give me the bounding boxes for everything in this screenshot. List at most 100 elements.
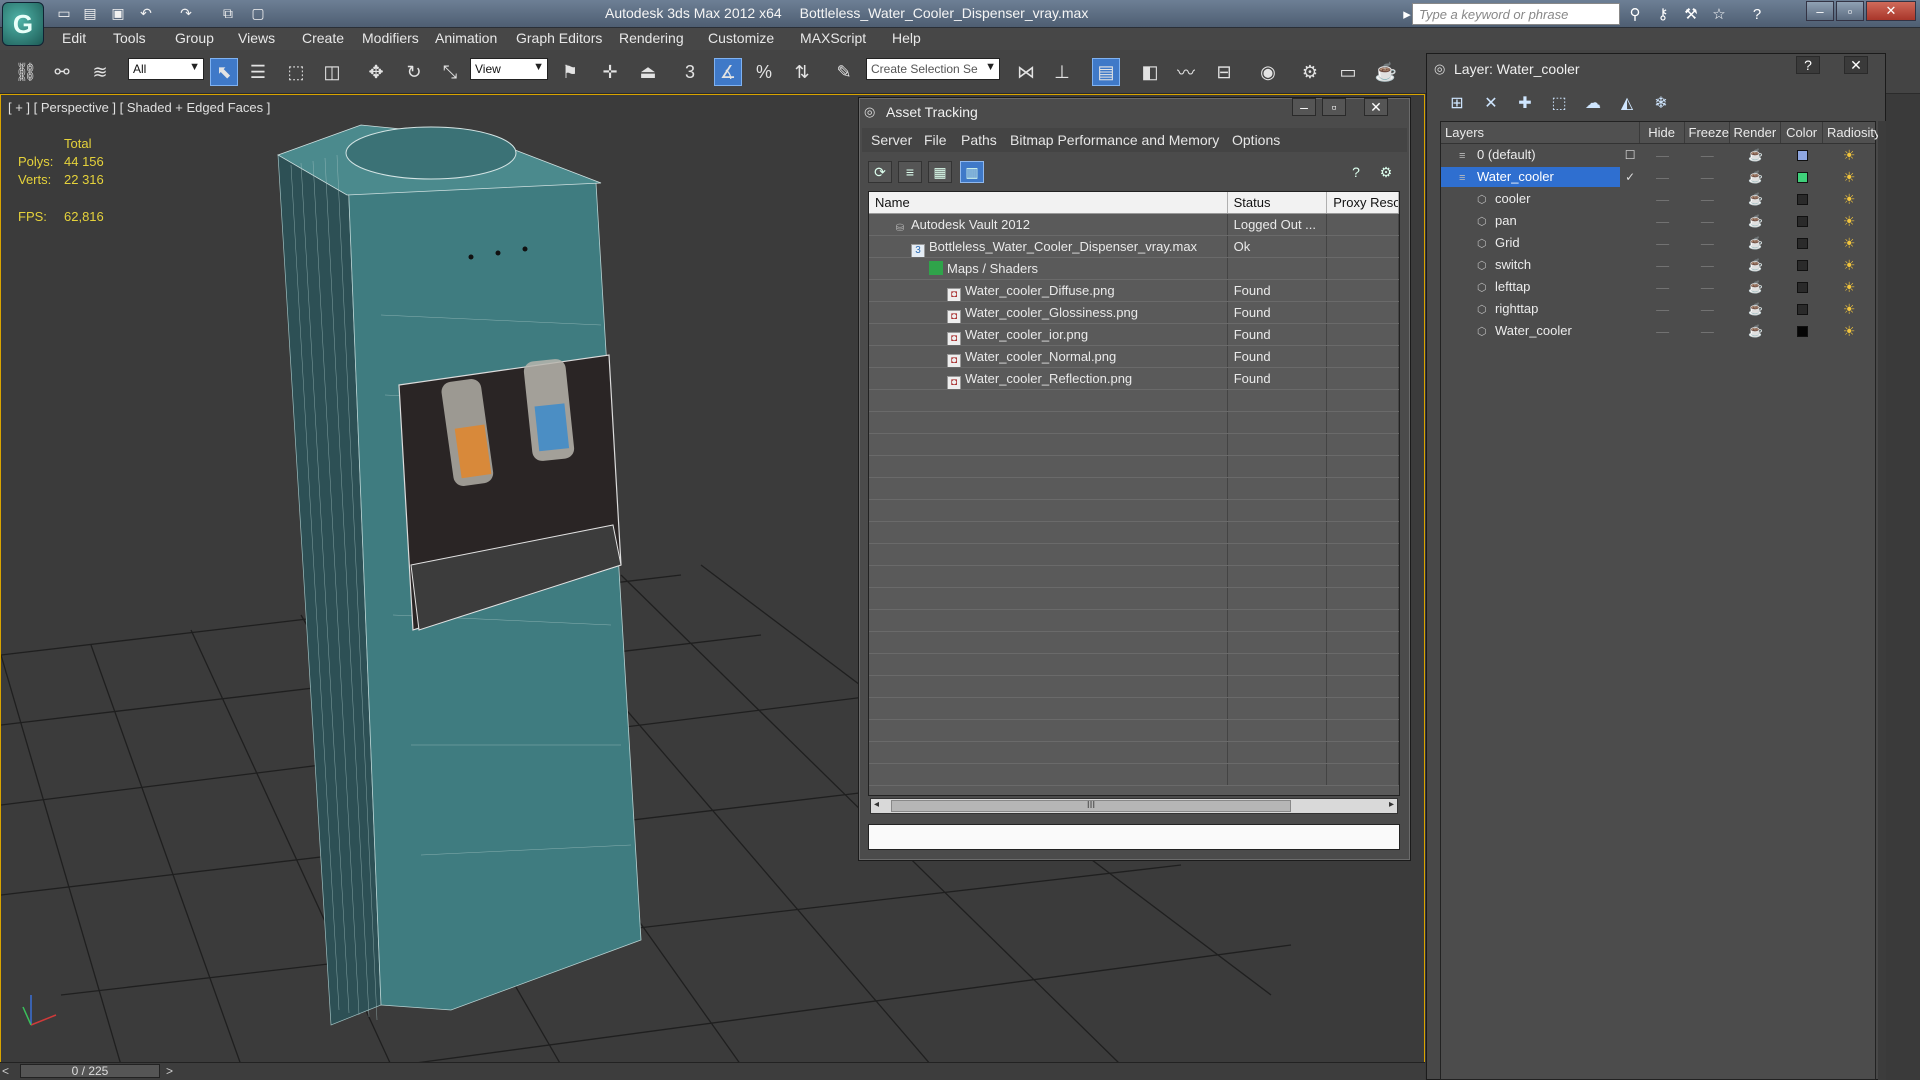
asset-row[interactable]: ◘ Water_cooler_Reflection.png Found [869, 368, 1399, 390]
render-setup-icon[interactable]: ⚙ [1296, 58, 1324, 86]
radiosity-icon[interactable]: ☀ [1823, 235, 1875, 252]
menu-create[interactable]: Create [302, 30, 344, 46]
rectangular-selection-icon[interactable]: ⬚ [282, 58, 310, 86]
select-in-layer-icon[interactable]: ⬚ [1546, 91, 1572, 115]
asset-menu-file[interactable]: File [924, 132, 947, 148]
viewport-label[interactable]: [ + ] [ Perspective ] [ Shaded + Edged F… [8, 100, 270, 115]
layer-color-cell[interactable] [1781, 193, 1823, 205]
select-and-manipulate-icon[interactable]: ✛ [596, 58, 624, 86]
rendered-frame-window-icon[interactable]: ▭ [1334, 58, 1362, 86]
selection-filter-dropdown[interactable]: All ▼ [128, 58, 204, 80]
scroll-right-icon[interactable]: ▸ [1389, 799, 1394, 810]
time-slider[interactable]: 0 / 225 [20, 1064, 160, 1078]
freeze-all-layers-icon[interactable]: ❄ [1648, 91, 1674, 115]
freeze-toggle[interactable]: — [1685, 280, 1730, 295]
color-swatch[interactable] [1796, 149, 1808, 161]
color-swatch[interactable] [1796, 325, 1808, 337]
color-swatch[interactable] [1796, 237, 1808, 249]
hold-icon[interactable]: ⧉ [218, 4, 238, 22]
asset-menu-options[interactable]: Options [1232, 132, 1280, 148]
layer-color-cell[interactable] [1781, 171, 1823, 183]
column-radiosity[interactable]: Radiosity [1823, 122, 1880, 143]
asset-path-field[interactable] [868, 824, 1400, 850]
layer-color-cell[interactable] [1781, 259, 1823, 271]
minimize-button[interactable]: – [1806, 1, 1834, 21]
render-teapot-icon[interactable]: ☕ [1730, 192, 1782, 206]
hide-toggle[interactable]: — [1640, 192, 1685, 207]
layer-color-cell[interactable] [1781, 149, 1823, 161]
column-status[interactable]: Status [1228, 192, 1328, 213]
freeze-toggle[interactable]: — [1685, 258, 1730, 273]
layer-color-cell[interactable] [1781, 215, 1823, 227]
layer-row[interactable]: ⬡ righttap — — ☕ ☀ [1441, 298, 1875, 320]
search-input[interactable]: Type a keyword or phrase [1412, 3, 1620, 25]
asset-minimize-button[interactable]: – [1292, 98, 1316, 116]
column-name[interactable]: Name [869, 192, 1228, 213]
menu-animation[interactable]: Animation [435, 30, 497, 46]
layer-row[interactable]: ≡ 0 (default) ☐ — — ☕ ☀ [1441, 144, 1875, 166]
current-layer-checkbox[interactable]: ☐ [1620, 148, 1640, 162]
asset-row[interactable]: ◘ Water_cooler_Diffuse.png Found [869, 280, 1399, 302]
radiosity-icon[interactable]: ☀ [1823, 301, 1875, 318]
asset-maximize-button[interactable]: ▫ [1322, 98, 1346, 116]
menu-maxscript[interactable]: MAXScript [800, 30, 866, 46]
maximize-button[interactable]: ▫ [1836, 1, 1864, 21]
layer-color-cell[interactable] [1781, 237, 1823, 249]
save-icon[interactable]: ▣ [108, 4, 128, 22]
freeze-toggle[interactable]: — [1685, 302, 1730, 317]
render-teapot-icon[interactable]: ☕ [1730, 258, 1782, 272]
render-production-icon[interactable]: ☕ [1372, 58, 1400, 86]
time-next-button[interactable]: > [166, 1064, 173, 1078]
curve-editor-icon[interactable]: 〰 [1172, 58, 1200, 86]
menu-views[interactable]: Views [238, 30, 275, 46]
radiosity-icon[interactable]: ☀ [1823, 169, 1875, 186]
asset-row[interactable]: 3 Bottleless_Water_Cooler_Dispenser_vray.… [869, 236, 1399, 258]
column-proxy-resolution[interactable]: Proxy Reso [1327, 192, 1399, 213]
radiosity-icon[interactable]: ☀ [1823, 191, 1875, 208]
spinner-snap-icon[interactable]: ⇅ [788, 58, 816, 86]
subscription-key-icon[interactable]: ⚷ [1652, 4, 1674, 24]
layer-row[interactable]: ⬡ cooler — — ☕ ☀ [1441, 188, 1875, 210]
graphite-modeling-tools-icon[interactable]: ◧ [1136, 58, 1164, 86]
add-to-layer-icon[interactable]: ✚ [1512, 91, 1538, 115]
layer-help-button[interactable]: ? [1796, 56, 1820, 74]
menu-edit[interactable]: Edit [62, 30, 86, 46]
layer-row[interactable]: ⬡ switch — — ☕ ☀ [1441, 254, 1875, 276]
help-icon[interactable]: ? [1746, 4, 1768, 24]
hide-toggle[interactable]: — [1640, 280, 1685, 295]
asset-menu-bitmap[interactable]: Bitmap Performance and Memory [1010, 132, 1219, 148]
select-and-rotate-icon[interactable]: ↻ [400, 58, 428, 86]
material-editor-icon[interactable]: ◉ [1254, 58, 1282, 86]
hide-toggle[interactable]: — [1640, 236, 1685, 251]
layer-close-button[interactable]: ✕ [1844, 56, 1868, 74]
layer-row[interactable]: ⬡ pan — — ☕ ☀ [1441, 210, 1875, 232]
layer-name-cell[interactable]: ⬡ switch [1441, 255, 1620, 275]
asset-menu-paths[interactable]: Paths [961, 132, 997, 148]
layer-name-cell[interactable]: ⬡ cooler [1441, 189, 1620, 209]
layer-name-cell[interactable]: ≡ Water_cooler [1441, 167, 1621, 187]
list-view-icon[interactable]: ≡ [898, 161, 922, 183]
render-teapot-icon[interactable]: ☕ [1730, 302, 1782, 316]
menu-tools[interactable]: Tools [113, 30, 146, 46]
asset-help-icon[interactable]: ? [1344, 161, 1368, 183]
freeze-toggle[interactable]: — [1685, 148, 1730, 163]
binoculars-icon[interactable]: ⚲ [1624, 4, 1646, 24]
radiosity-icon[interactable]: ☀ [1823, 257, 1875, 274]
asset-row[interactable]: ◘ Water_cooler_Glossiness.png Found [869, 302, 1399, 324]
highlight-layer-icon[interactable]: ☁ [1580, 91, 1606, 115]
layer-color-cell[interactable] [1781, 325, 1823, 337]
color-swatch[interactable] [1796, 171, 1808, 183]
freeze-toggle[interactable]: — [1685, 214, 1730, 229]
mirror-icon[interactable]: ⋈ [1012, 58, 1040, 86]
freeze-toggle[interactable]: — [1685, 192, 1730, 207]
asset-menu-server[interactable]: Server [871, 132, 912, 148]
asset-scroll-thumb[interactable]: III [891, 800, 1291, 812]
select-and-move-icon[interactable]: ✥ [362, 58, 390, 86]
asset-horizontal-scrollbar[interactable]: ◂ III ▸ [870, 798, 1398, 814]
hide-all-layers-icon[interactable]: ◭ [1614, 91, 1640, 115]
reference-coordinate-dropdown[interactable]: View ▼ [470, 58, 548, 80]
menu-rendering[interactable]: Rendering [619, 30, 684, 46]
layer-name-cell[interactable]: ⬡ Grid [1441, 233, 1620, 253]
hide-toggle[interactable]: — [1640, 302, 1685, 317]
hide-toggle[interactable]: — [1640, 214, 1685, 229]
